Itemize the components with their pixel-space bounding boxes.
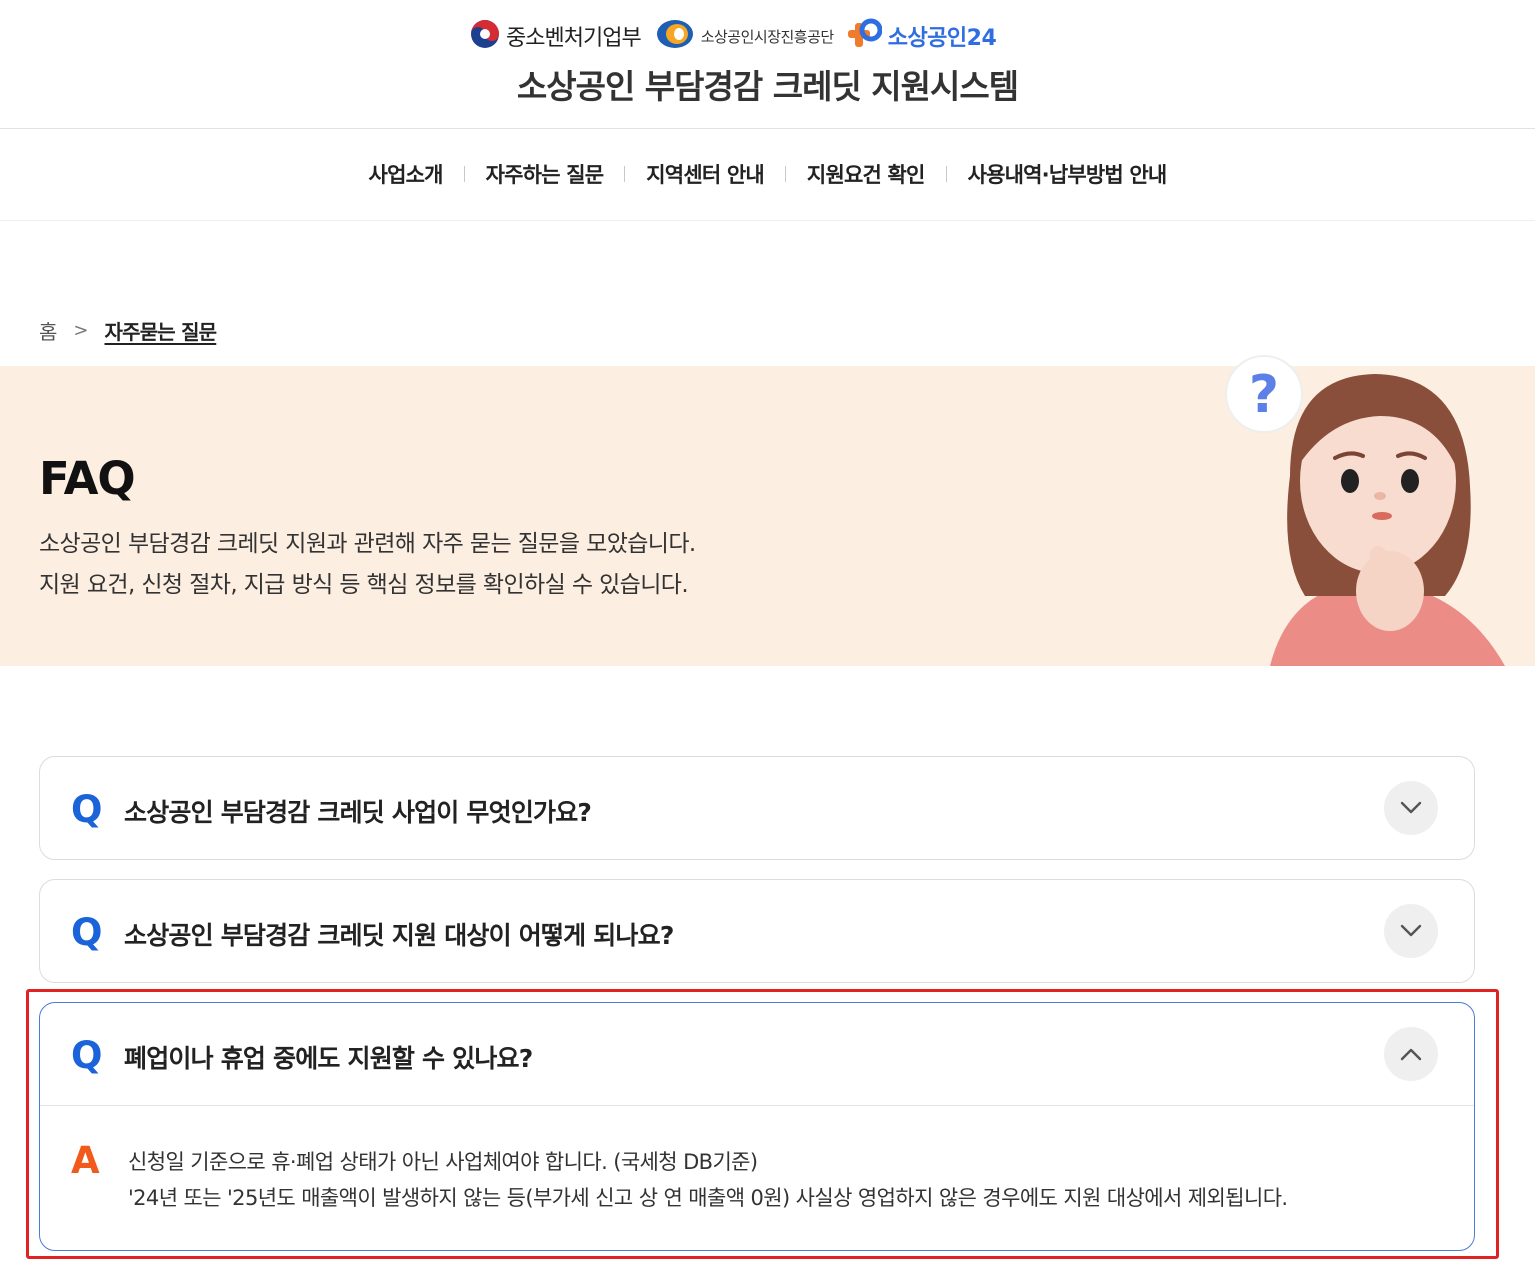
nav-divider [945, 166, 947, 182]
hero-description: 소상공인 부담경감 크레딧 지원과 관련해 자주 묻는 질문을 모았습니다. 지… [39, 524, 696, 606]
svg-text:?: ? [1249, 365, 1279, 425]
semas-logo-icon [655, 18, 695, 54]
faq-question-text: 폐업이나 휴업 중에도 지원할 수 있나요? [124, 1044, 533, 1073]
faq-question-text: 소상공인 부담경감 크레딧 지원 대상이 어떻게 되나요? [124, 921, 674, 950]
chevron-up-icon [1400, 1048, 1422, 1061]
site-header: 중소벤처기업부 소상공인시장진흥공단 소상공인24 소상공인 부담경감 크레딧 … [0, 0, 1535, 129]
answer-label: A [71, 1139, 100, 1182]
mss-logo-text: 중소벤처기업부 [506, 26, 642, 51]
semas-logo[interactable]: 소상공인시장진흥공단 [655, 18, 834, 54]
sbiz24-logo-text: 소상공인24 [887, 26, 997, 51]
nav-item-faq[interactable]: 자주하는 질문 [486, 159, 604, 189]
question-label: Q [71, 788, 103, 831]
question-label: Q [71, 911, 103, 954]
nav-divider [463, 166, 465, 182]
breadcrumb: 홈 > 자주묻는 질문 [39, 316, 218, 345]
faq-question-header[interactable]: Q 폐업이나 휴업 중에도 지원할 수 있나요? [40, 1003, 1474, 1105]
breadcrumb-home-link[interactable]: 홈 [39, 316, 57, 345]
expand-toggle-button[interactable] [1384, 781, 1438, 835]
taegeuk-logo-icon [470, 19, 500, 53]
site-title[interactable]: 소상공인 부담경감 크레딧 지원시스템 [0, 60, 1535, 108]
main-nav: 사업소개 자주하는 질문 지역센터 안내 지원요건 확인 사용내역·납부방법 안… [0, 128, 1535, 221]
faq-question-text: 소상공인 부담경감 크레딧 사업이 무엇인가요? [124, 798, 592, 827]
faq-list: Q 소상공인 부담경감 크레딧 사업이 무엇인가요? Q 소상공인 부담경감 크… [39, 756, 1475, 1270]
hero-description-line: 지원 요건, 신청 절차, 지급 방식 등 핵심 정보를 확인하실 수 있습니다… [39, 572, 689, 598]
sbiz24-logo[interactable]: 소상공인24 [847, 18, 997, 54]
thinking-woman-illustration: ? [1220, 346, 1520, 666]
hero-description-line: 소상공인 부담경감 크레딧 지원과 관련해 자주 묻는 질문을 모았습니다. [39, 531, 696, 557]
faq-item-expanded: Q 폐업이나 휴업 중에도 지원할 수 있나요? A 신청일 기준으로 휴·폐업… [39, 1002, 1475, 1251]
mss-logo[interactable]: 중소벤처기업부 [470, 19, 642, 53]
nav-item-eligibility-check[interactable]: 지원요건 확인 [807, 159, 925, 189]
faq-question-header[interactable]: Q 소상공인 부담경감 크레딧 지원 대상이 어떻게 되나요? [40, 880, 1474, 982]
nav-item-usage-payment[interactable]: 사용내역·납부방법 안내 [968, 159, 1168, 189]
breadcrumb-current[interactable]: 자주묻는 질문 [105, 316, 218, 345]
faq-answer: A 신청일 기준으로 휴·폐업 상태가 아닌 사업체여야 합니다. (국세청 D… [40, 1105, 1474, 1250]
chevron-right-icon: > [73, 320, 89, 341]
faq-question-header[interactable]: Q 소상공인 부담경감 크레딧 사업이 무엇인가요? [40, 757, 1474, 859]
sbiz-plus-logo-icon [847, 18, 883, 54]
nav-divider [624, 166, 626, 182]
chevron-down-icon [1400, 924, 1422, 937]
nav-item-business-intro[interactable]: 사업소개 [369, 159, 444, 189]
faq-hero-banner: FAQ 소상공인 부담경감 크레딧 지원과 관련해 자주 묻는 질문을 모았습니… [0, 355, 1535, 666]
nav-divider [784, 166, 786, 182]
chevron-down-icon [1400, 801, 1422, 814]
faq-answer-line: 신청일 기준으로 휴·폐업 상태가 아닌 사업체여야 합니다. (국세청 DB기… [128, 1150, 758, 1174]
expand-toggle-button[interactable] [1384, 904, 1438, 958]
partner-logos: 중소벤처기업부 소상공인시장진흥공단 소상공인24 [470, 18, 997, 54]
question-label: Q [71, 1034, 103, 1077]
semas-logo-text: 소상공인시장진흥공단 [700, 27, 835, 46]
faq-answer-text: 신청일 기준으로 휴·폐업 상태가 아닌 사업체여야 합니다. (국세청 DB기… [128, 1144, 1288, 1216]
collapse-toggle-button[interactable] [1384, 1027, 1438, 1081]
faq-item: Q 소상공인 부담경감 크레딧 지원 대상이 어떻게 되나요? [39, 879, 1475, 983]
page-title: FAQ [39, 452, 136, 505]
faq-answer-line: '24년 또는 '25년도 매출액이 발생하지 않는 등(부가세 신고 상 연 … [128, 1186, 1288, 1210]
nav-item-regional-centers[interactable]: 지역센터 안내 [646, 159, 764, 189]
faq-item: Q 소상공인 부담경감 크레딧 사업이 무엇인가요? [39, 756, 1475, 860]
